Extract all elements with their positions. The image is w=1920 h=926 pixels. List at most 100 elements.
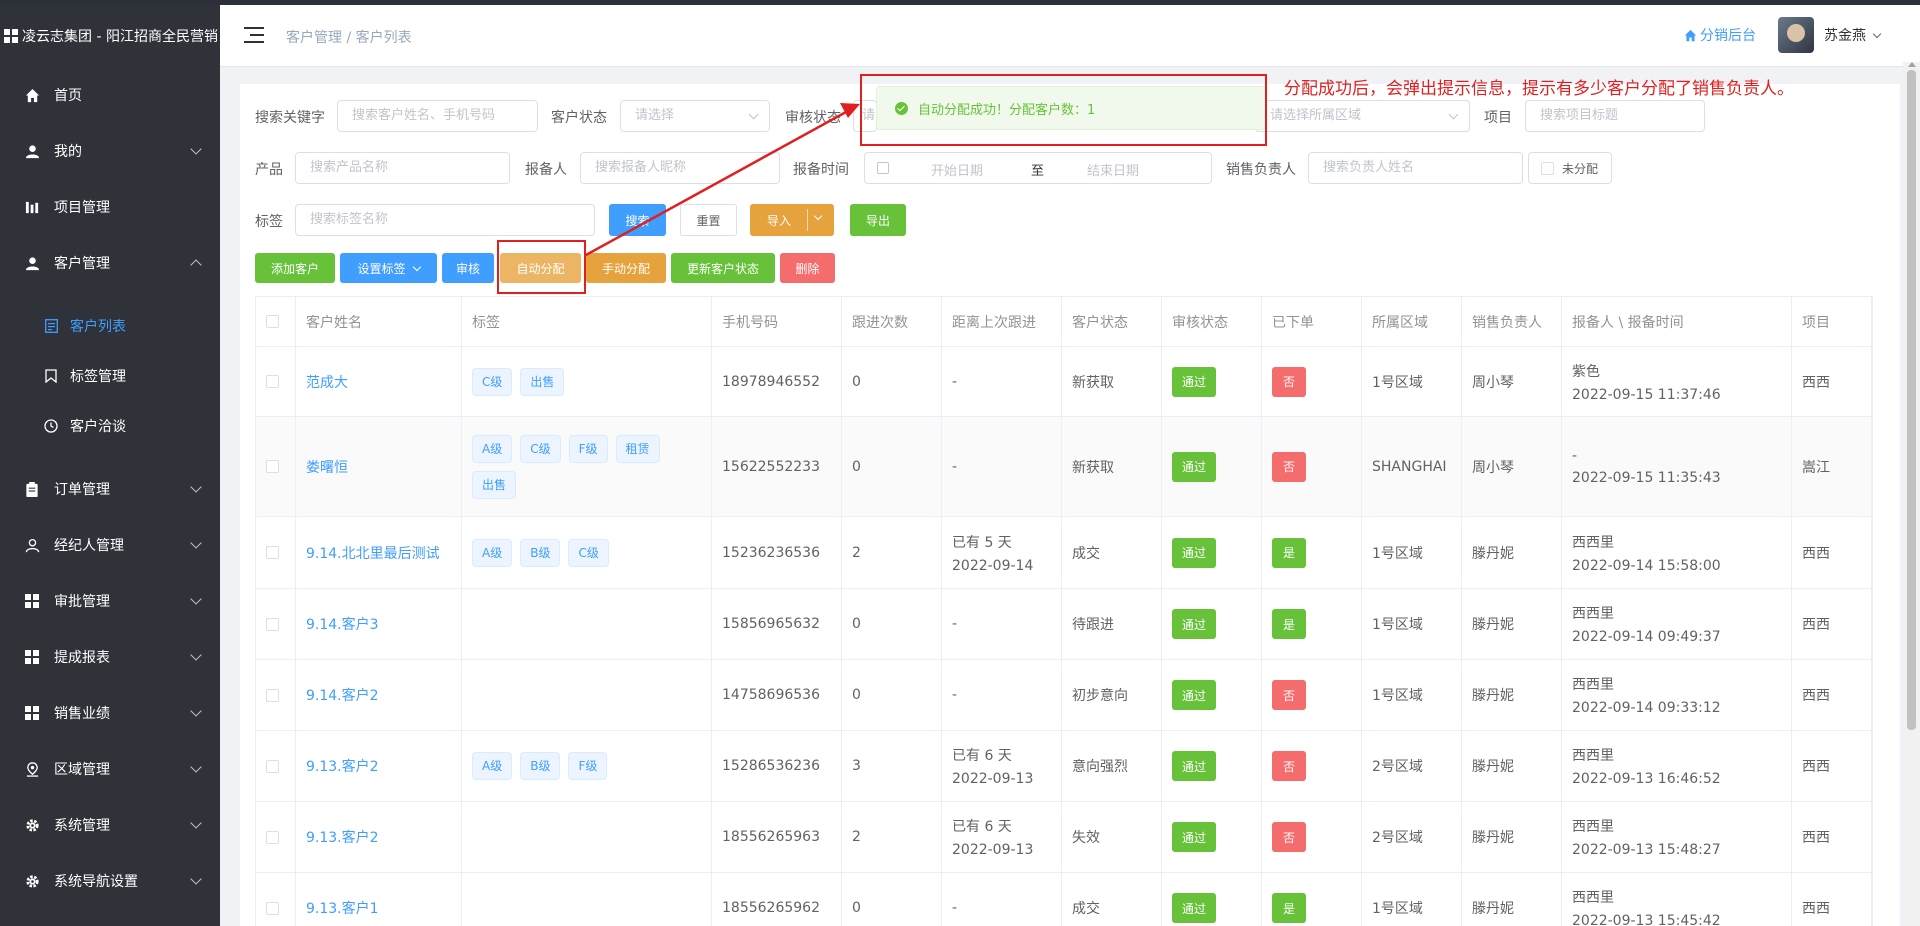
page-scrollbar[interactable] — [1903, 62, 1920, 926]
customer-name-link[interactable]: 9.14.北北里最后测试 — [306, 543, 461, 563]
row-checkbox-cell[interactable] — [256, 802, 296, 872]
customer-name-link[interactable]: 娄曙恒 — [306, 457, 461, 477]
sales-owner-input[interactable]: 搜索负责人姓名 — [1308, 152, 1523, 184]
row-checkbox[interactable] — [266, 759, 279, 773]
search-button[interactable]: 搜索 — [609, 204, 666, 236]
audit-status-badge[interactable]: 通过 — [1172, 822, 1217, 852]
report-time: 2022-09-15 11:35:43 — [1572, 469, 1721, 486]
import-split-button[interactable]: 导入 — [750, 204, 834, 236]
update-status-button[interactable]: 更新客户状态 — [671, 253, 775, 283]
sidebar-subitem-customer-list[interactable]: 客户列表 — [0, 301, 220, 351]
customer-name-link[interactable]: 9.13.客户1 — [306, 898, 461, 918]
row-checkbox[interactable] — [266, 546, 279, 559]
customer-name-link[interactable]: 9.14.客户3 — [306, 614, 461, 634]
sidebar-subitem-negotiation[interactable]: 客户洽谈 — [0, 401, 220, 451]
select-all-checkbox[interactable] — [266, 315, 279, 328]
row-checkbox[interactable] — [266, 901, 279, 915]
row-checkbox[interactable] — [266, 830, 279, 844]
project-input[interactable]: 搜索项目标题 — [1525, 100, 1705, 132]
sidebar-item-agents[interactable]: 经纪人管理 — [0, 517, 220, 573]
sidebar-item-sales[interactable]: 销售业绩 — [0, 685, 220, 741]
row-checkbox-cell[interactable] — [256, 417, 296, 516]
sidebar-subitem-label: 客户洽谈 — [70, 419, 126, 435]
row-checkbox[interactable] — [266, 688, 279, 702]
row-checkbox[interactable] — [266, 460, 279, 473]
sidebar-subitem-tag-management[interactable]: 标签管理 — [0, 351, 220, 401]
sidebar-item-navigation[interactable]: 系统导航设置 — [0, 853, 220, 909]
customer-name-link[interactable]: 9.13.客户2 — [306, 827, 461, 847]
header-checkbox-cell[interactable] — [256, 297, 296, 346]
column-header: 已下单 — [1272, 314, 1314, 331]
reset-button[interactable]: 重置 — [680, 204, 737, 236]
reporter-input[interactable]: 搜索报备人昵称 — [580, 152, 780, 184]
audit-button[interactable]: 审核 — [442, 253, 494, 283]
ordered-badge[interactable]: 是 — [1272, 893, 1307, 923]
scroll-thumb[interactable] — [1907, 70, 1916, 730]
customer-name-link[interactable]: 范成大 — [306, 372, 461, 392]
user-name[interactable]: 苏金燕 — [1824, 25, 1866, 45]
report-date-range[interactable]: 开始日期 至 结束日期 — [864, 152, 1212, 184]
ordered-badge[interactable]: 是 — [1272, 609, 1307, 639]
customer-name-link[interactable]: 9.14.客户2 — [306, 685, 461, 705]
region-select[interactable]: 请选择所属区域 — [1255, 100, 1470, 132]
audit-status-badge[interactable]: 通过 — [1172, 680, 1217, 710]
ordered-badge[interactable]: 否 — [1272, 366, 1307, 397]
follow-count: 0 — [852, 616, 861, 632]
avatar[interactable] — [1778, 17, 1814, 53]
hamburger-menu-icon[interactable] — [244, 27, 264, 43]
product-input[interactable]: 搜索产品名称 — [295, 152, 510, 184]
caret-down-icon[interactable] — [1872, 29, 1882, 38]
delete-button[interactable]: 删除 — [780, 253, 835, 283]
sidebar-item-commission[interactable]: 提成报表 — [0, 629, 220, 685]
ordered-badge[interactable]: 否 — [1272, 680, 1307, 710]
row-checkbox-cell[interactable] — [256, 347, 296, 416]
row-checkbox-cell[interactable] — [256, 517, 296, 588]
sidebar-item-regions[interactable]: 区域管理 — [0, 741, 220, 797]
ordered-badge[interactable]: 否 — [1272, 822, 1307, 852]
audit-status-badge[interactable]: 通过 — [1172, 366, 1217, 397]
sidebar-item-projects[interactable]: 项目管理 — [0, 179, 220, 235]
customer-name-link[interactable]: 9.13.客户2 — [306, 756, 461, 776]
scroll-up-arrow-icon[interactable] — [1908, 62, 1916, 67]
distribution-backend-link[interactable]: 分销后台 — [1684, 25, 1756, 45]
sidebar-item-system[interactable]: 系统管理 — [0, 797, 220, 853]
customer-status-select[interactable]: 请选择 — [620, 100, 770, 132]
sidebar-item-mine[interactable]: 我的 — [0, 123, 220, 179]
sidebar-item-home[interactable]: 首页 — [0, 67, 220, 123]
sales-owner-label: 销售负责人 — [1226, 162, 1296, 178]
ordered-badge[interactable]: 是 — [1272, 537, 1307, 568]
checkbox[interactable] — [1541, 161, 1554, 175]
audit-status-badge[interactable]: 通过 — [1172, 451, 1217, 482]
last-follow-days: - — [952, 900, 958, 916]
add-customer-button[interactable]: 添加客户 — [255, 253, 335, 283]
keyword-input[interactable]: 搜索客户姓名、手机号码 — [337, 100, 538, 132]
ordered-badge[interactable]: 否 — [1272, 751, 1307, 781]
row-checkbox-cell[interactable] — [256, 660, 296, 730]
row-checkbox[interactable] — [266, 375, 279, 388]
customer-status-cell: 新获取 — [1062, 417, 1162, 516]
set-tag-button[interactable]: 设置标签 — [340, 253, 437, 283]
row-checkbox-cell[interactable] — [256, 731, 296, 801]
chevron-down-icon[interactable] — [813, 211, 823, 221]
audit-status-badge[interactable]: 通过 — [1172, 609, 1217, 639]
audit-status-badge[interactable]: 通过 — [1172, 893, 1217, 923]
start-date[interactable]: 开始日期 — [931, 160, 983, 179]
manual-assign-button[interactable]: 手动分配 — [586, 253, 666, 283]
audit-status-cell: 通过 — [1162, 660, 1262, 730]
row-checkbox-cell[interactable] — [256, 589, 296, 659]
ordered-badge[interactable]: 否 — [1272, 451, 1307, 482]
sidebar-item-approvals[interactable]: 审批管理 — [0, 573, 220, 629]
follow-count: 0 — [852, 373, 861, 390]
brand[interactable]: 凌云志集团 - 阳江招商全民营销 — [0, 5, 220, 67]
row-checkbox-cell[interactable] — [256, 873, 296, 926]
sidebar-item-orders[interactable]: 订单管理 — [0, 461, 220, 517]
export-button[interactable]: 导出 — [850, 204, 906, 236]
reporter: 西西里 — [1572, 677, 1614, 693]
row-checkbox[interactable] — [266, 617, 279, 631]
tag-input[interactable]: 搜索标签名称 — [295, 204, 595, 236]
end-date[interactable]: 结束日期 — [1087, 160, 1139, 179]
audit-status-badge[interactable]: 通过 — [1172, 751, 1217, 781]
sidebar-item-customers[interactable]: 客户管理 — [0, 235, 220, 291]
audit-status-badge[interactable]: 通过 — [1172, 537, 1217, 568]
unassigned-checkbox[interactable]: 未分配 — [1528, 152, 1612, 184]
